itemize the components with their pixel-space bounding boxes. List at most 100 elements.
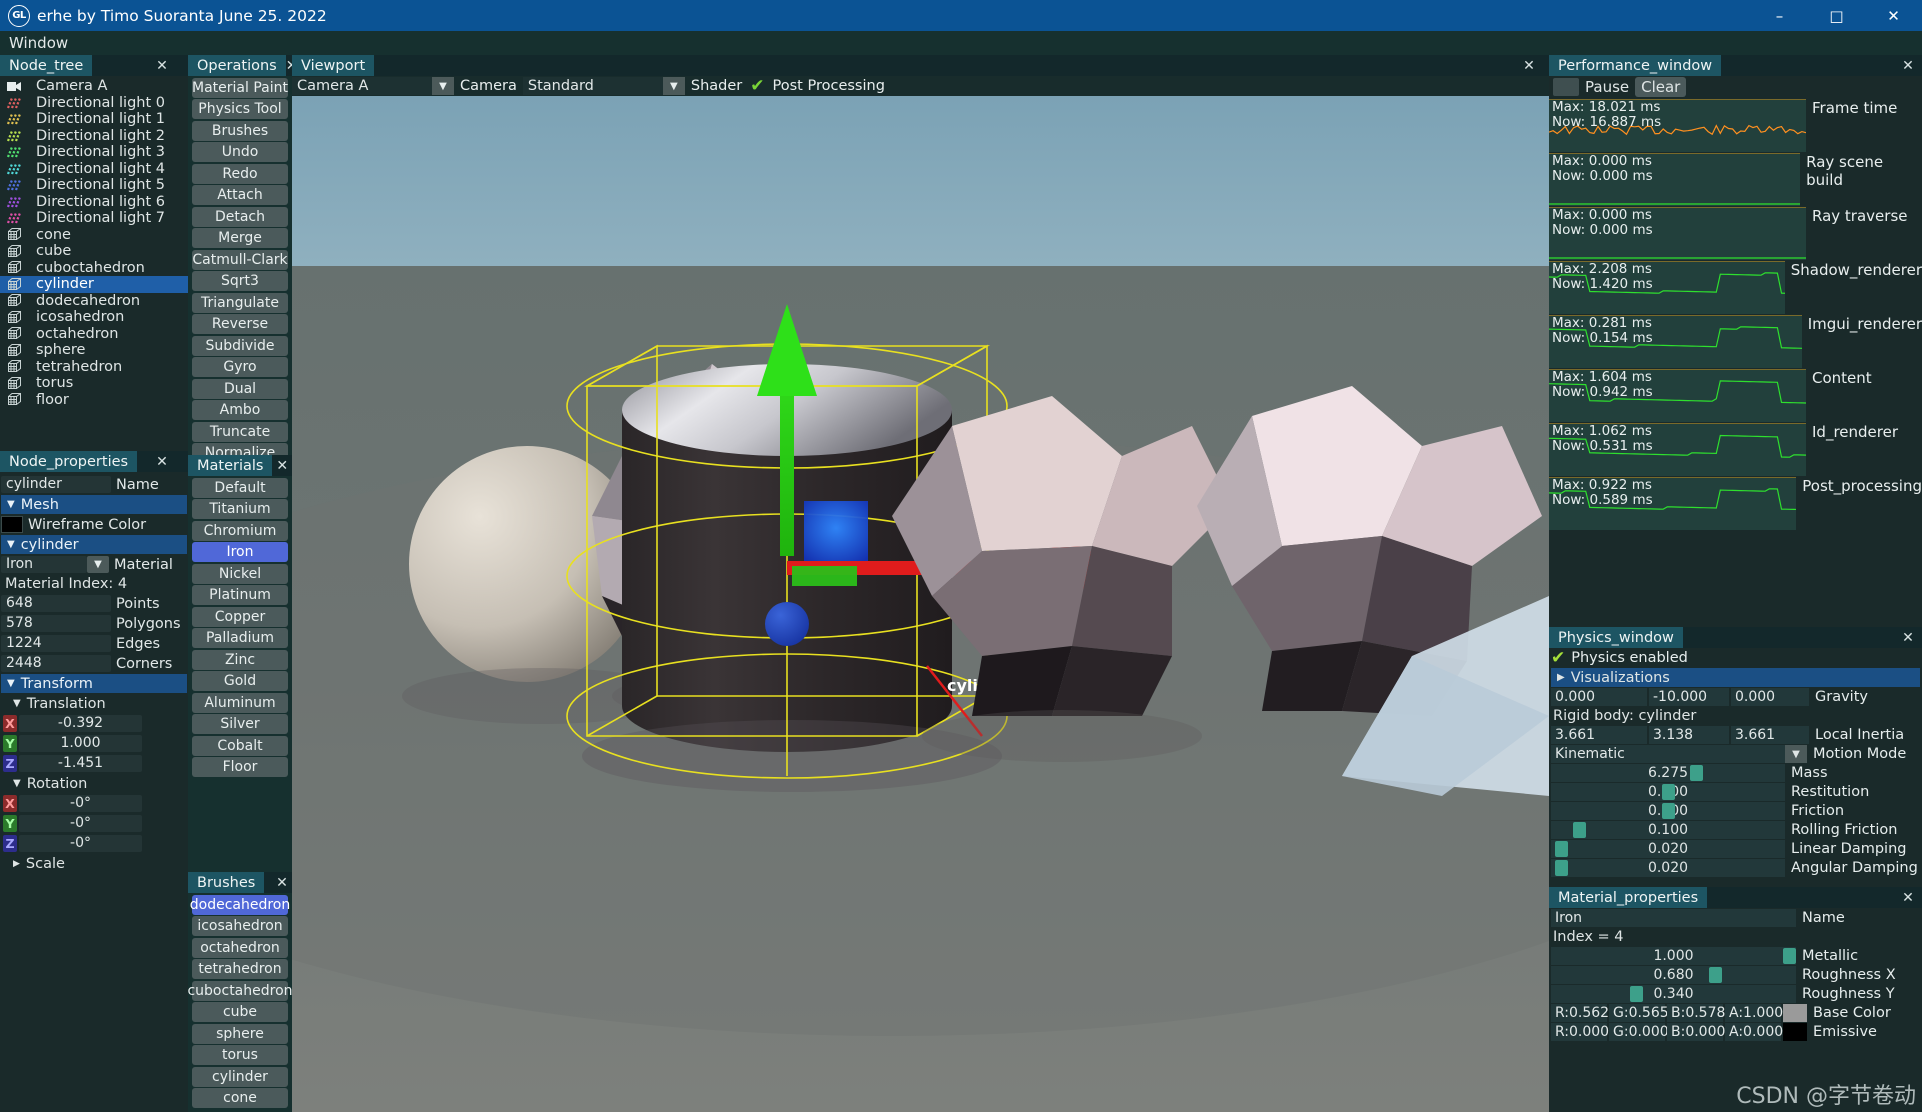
- slider-handle[interactable]: [1555, 860, 1568, 876]
- operation-button[interactable]: Gyro: [192, 357, 288, 377]
- material-value[interactable]: Iron: [1, 556, 87, 573]
- slider-track[interactable]: 0.020: [1551, 840, 1785, 858]
- material-properties-close-icon[interactable]: ✕: [1898, 887, 1918, 908]
- tree-item[interactable]: Directional light 2: [0, 128, 188, 145]
- brush-item[interactable]: cube: [192, 1002, 288, 1022]
- motion-mode-dropdown-icon[interactable]: ▼: [1785, 745, 1807, 763]
- plot-graph[interactable]: Max: 0.000 ms Now: 0.000 ms: [1549, 153, 1800, 206]
- operation-button[interactable]: Truncate: [192, 422, 288, 442]
- tree-item[interactable]: torus: [0, 375, 188, 392]
- material-item[interactable]: Floor: [192, 757, 288, 777]
- performance-close-icon[interactable]: ✕: [1898, 55, 1918, 76]
- operation-button[interactable]: Physics Tool: [192, 99, 288, 119]
- gravity-y[interactable]: -10.000: [1649, 688, 1729, 706]
- tree-item[interactable]: icosahedron: [0, 309, 188, 326]
- operation-button[interactable]: Brushes: [192, 121, 288, 141]
- minimize-button[interactable]: –: [1751, 0, 1808, 31]
- plot-graph[interactable]: Max: 2.208 ms Now: 1.420 ms: [1549, 261, 1785, 314]
- tree-item[interactable]: sphere: [0, 342, 188, 359]
- wireframe-color-swatch[interactable]: [1, 516, 23, 533]
- slider-track[interactable]: 0.500: [1551, 783, 1785, 801]
- viewport-close-icon[interactable]: ✕: [1519, 55, 1539, 76]
- translation-subsection[interactable]: ▼ Translation: [1, 694, 187, 713]
- tree-item[interactable]: Directional light 3: [0, 144, 188, 161]
- camera-select-value[interactable]: Camera A: [292, 77, 432, 95]
- base-color-g[interactable]: G:0.565: [1609, 1004, 1665, 1022]
- camera-dropdown-icon[interactable]: ▼: [432, 77, 454, 95]
- material-name-input[interactable]: Iron: [1551, 909, 1796, 927]
- slider-handle[interactable]: [1783, 948, 1796, 964]
- brushes-close-icon[interactable]: ✕: [272, 872, 292, 893]
- 3d-scene[interactable]: cylinder: [292, 96, 1549, 1112]
- shader-dropdown-icon[interactable]: ▼: [663, 77, 685, 95]
- tree-item[interactable]: cube: [0, 243, 188, 260]
- material-item[interactable]: Nickel: [192, 564, 288, 584]
- materials-close-icon[interactable]: ✕: [272, 455, 292, 476]
- rotation-y-input[interactable]: -0°: [19, 815, 142, 832]
- tab-material-properties[interactable]: Material_properties: [1549, 887, 1707, 908]
- material-item[interactable]: Palladium: [192, 628, 288, 648]
- brush-item[interactable]: torus: [192, 1045, 288, 1065]
- slider-handle[interactable]: [1690, 765, 1703, 781]
- gravity-z[interactable]: 0.000: [1731, 688, 1809, 706]
- operation-button[interactable]: Triangulate: [192, 293, 288, 313]
- stat-value[interactable]: 2448: [1, 655, 111, 672]
- slider-handle[interactable]: [1662, 784, 1675, 800]
- operation-button[interactable]: Sqrt3: [192, 271, 288, 291]
- base-color-a[interactable]: A:1.000: [1725, 1004, 1781, 1022]
- slider-track[interactable]: 0.340: [1551, 985, 1796, 1003]
- physics-close-icon[interactable]: ✕: [1898, 627, 1918, 648]
- tab-physics-window[interactable]: Physics_window: [1549, 627, 1683, 648]
- tree-item[interactable]: Directional light 4: [0, 161, 188, 178]
- tab-operations[interactable]: Operations: [188, 55, 286, 76]
- brush-item[interactable]: sphere: [192, 1024, 288, 1044]
- operation-button[interactable]: Undo: [192, 142, 288, 162]
- translation-x-input[interactable]: -0.392: [19, 715, 142, 732]
- slider-track[interactable]: 0.020: [1551, 859, 1785, 877]
- tree-item[interactable]: Camera A: [0, 78, 188, 95]
- tree-item[interactable]: dodecahedron: [0, 293, 188, 310]
- operation-button[interactable]: Ambo: [192, 400, 288, 420]
- tree-item[interactable]: Directional light 0: [0, 95, 188, 112]
- material-item[interactable]: Cobalt: [192, 736, 288, 756]
- tree-item[interactable]: octahedron: [0, 326, 188, 343]
- maximize-button[interactable]: □: [1808, 0, 1865, 31]
- material-item[interactable]: Silver: [192, 714, 288, 734]
- plot-graph[interactable]: Max: 0.000 ms Now: 0.000 ms: [1549, 207, 1806, 260]
- rotation-x-input[interactable]: -0°: [19, 795, 142, 812]
- gravity-x[interactable]: 0.000: [1551, 688, 1647, 706]
- scale-subsection[interactable]: ▶ Scale: [1, 854, 187, 873]
- shader-select-value[interactable]: Standard: [523, 77, 663, 95]
- clear-button[interactable]: Clear: [1635, 77, 1686, 97]
- operation-button[interactable]: Detach: [192, 207, 288, 227]
- operation-button[interactable]: Catmull-Clark: [192, 250, 288, 270]
- brush-item[interactable]: cone: [192, 1088, 288, 1108]
- brush-item[interactable]: octahedron: [192, 938, 288, 958]
- tree-item[interactable]: Directional light 1: [0, 111, 188, 128]
- local-inertia-z[interactable]: 3.661: [1731, 726, 1809, 744]
- post-processing-check-icon[interactable]: ✔: [748, 76, 766, 96]
- tab-node-tree[interactable]: Node_tree: [0, 55, 92, 76]
- operation-button[interactable]: Material Paint: [192, 78, 288, 98]
- tab-performance-window[interactable]: Performance_window: [1549, 55, 1721, 76]
- base-color-r[interactable]: R:0.562: [1551, 1004, 1607, 1022]
- plot-graph[interactable]: Max: 0.922 ms Now: 0.589 ms: [1549, 477, 1796, 530]
- material-item[interactable]: Gold: [192, 671, 288, 691]
- slider-track[interactable]: 6.275: [1551, 764, 1785, 782]
- slider-track[interactable]: 0.680: [1551, 966, 1796, 984]
- operation-button[interactable]: Reverse: [192, 314, 288, 334]
- physics-enabled-check-icon[interactable]: ✔: [1551, 648, 1565, 668]
- plot-graph[interactable]: Max: 0.281 ms Now: 0.154 ms: [1549, 315, 1802, 368]
- rotation-subsection[interactable]: ▼ Rotation: [1, 774, 187, 793]
- operation-button[interactable]: Attach: [192, 185, 288, 205]
- plot-graph[interactable]: Max: 1.062 ms Now: 0.531 ms: [1549, 423, 1806, 476]
- material-item[interactable]: Aluminum: [192, 693, 288, 713]
- plot-graph[interactable]: Max: 18.021 ms Now: 16.887 ms: [1549, 99, 1806, 152]
- tree-item[interactable]: floor: [0, 392, 188, 409]
- local-inertia-x[interactable]: 3.661: [1551, 726, 1647, 744]
- operation-button[interactable]: Redo: [192, 164, 288, 184]
- material-item[interactable]: Titanium: [192, 499, 288, 519]
- brush-item[interactable]: icosahedron: [192, 916, 288, 936]
- stat-value[interactable]: 648: [1, 595, 111, 612]
- stat-value[interactable]: 578: [1, 615, 111, 632]
